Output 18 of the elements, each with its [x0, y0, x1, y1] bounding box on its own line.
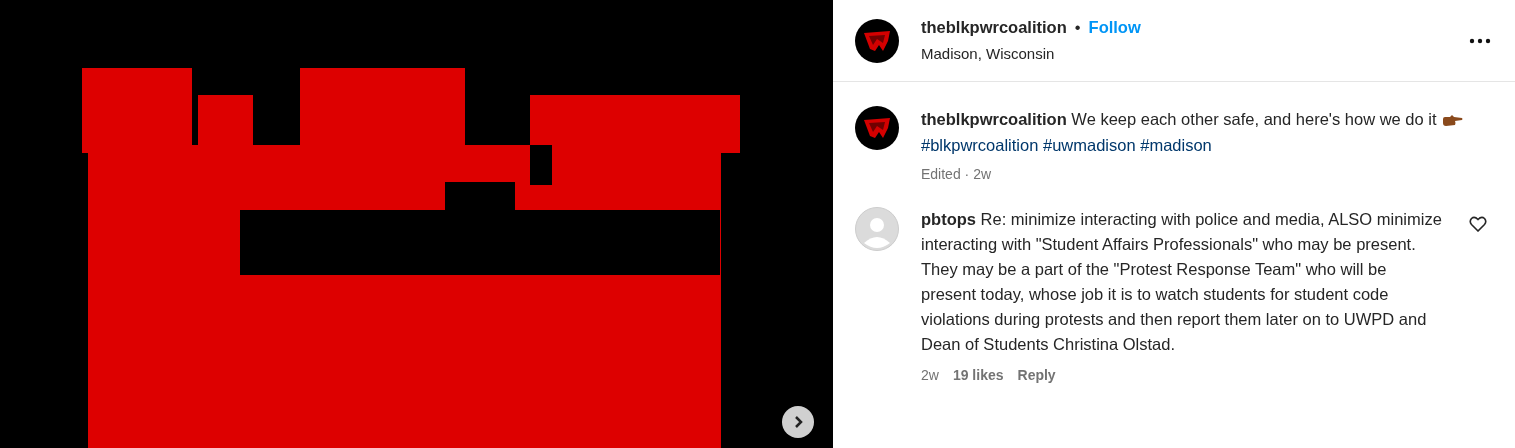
hashtag-link[interactable]: #blkpwrcoalition	[921, 136, 1039, 154]
avatar-icon[interactable]	[855, 18, 899, 63]
reply-button[interactable]: Reply	[1017, 365, 1056, 386]
like-icon[interactable]	[1469, 216, 1487, 232]
username[interactable]: theblkpwrcoalition	[921, 15, 1067, 41]
pointing-hand-icon	[1441, 113, 1464, 128]
separator-dot: •	[1074, 17, 1081, 39]
like-count[interactable]: 19 likes	[952, 365, 1004, 386]
more-options-icon[interactable]	[1469, 37, 1491, 44]
chevron-right-icon	[792, 415, 804, 429]
avatar-icon[interactable]	[855, 106, 899, 150]
hashtag-link[interactable]: #madison	[1140, 136, 1212, 154]
comment-text: pbtops Re: minimize interacting with police and media, ALSO minimize interacting with "Student Affairs Professionals" who may be present. They may be a part of the "Protest Response Team" who will be present today, whose job it is to watch students for student code violations during protests and then report them later on to UWPD and Dean of Students Christina Olstad.	[921, 209, 1443, 355]
comment-time: 2w	[921, 366, 939, 385]
post-meta: Edited · 2w	[921, 165, 993, 184]
location[interactable]: Madison, Wisconsin	[921, 43, 1447, 66]
caption-text: theblkpwrcoalition We keep each other safe, and here's how we do it #blkpwrcoalition #uwmadison #madison	[921, 106, 1466, 158]
hashtag-link[interactable]: #uwmadison	[1043, 136, 1136, 154]
